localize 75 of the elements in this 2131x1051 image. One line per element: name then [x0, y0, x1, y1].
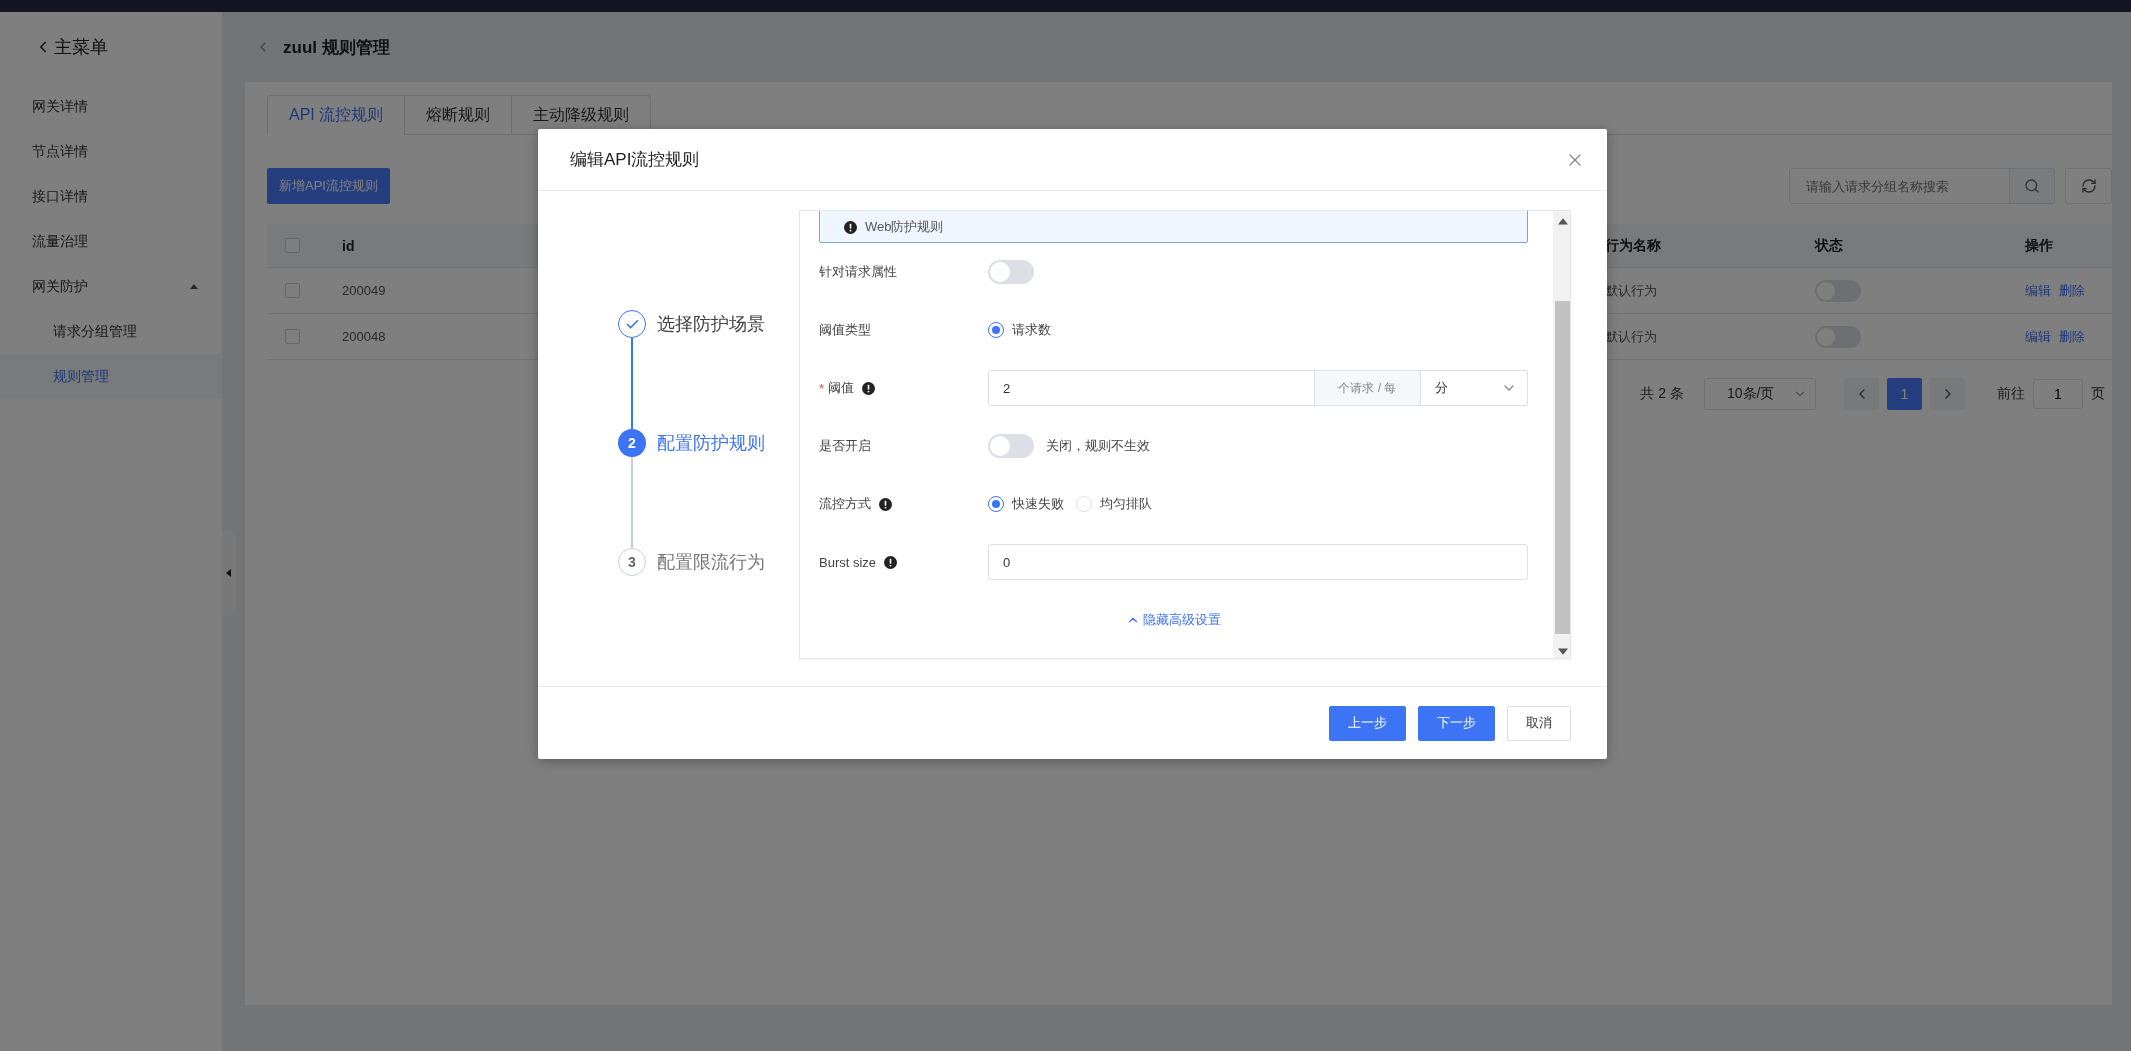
- field-label: 阈值: [828, 379, 855, 397]
- scroll-up-icon: [1557, 217, 1568, 227]
- search-button[interactable]: [2009, 169, 2054, 203]
- info-icon: [844, 220, 857, 234]
- action-link[interactable]: 删除: [2059, 281, 2085, 300]
- sidebar-item[interactable]: 节点详情: [0, 129, 222, 174]
- table-cell: 200049: [342, 283, 386, 298]
- page-button[interactable]: 1: [1887, 378, 1922, 410]
- sidebar-item[interactable]: 网关详情: [0, 84, 222, 129]
- collapse-handle[interactable]: [222, 530, 236, 616]
- field-label: 流控方式: [819, 495, 871, 513]
- toggle-switch[interactable]: [988, 260, 1034, 284]
- checkbox[interactable]: [285, 238, 300, 253]
- radio-option[interactable]: 请求数: [988, 321, 1051, 339]
- checkbox[interactable]: [285, 329, 300, 344]
- advanced-toggle-link[interactable]: 隐藏高级设置: [1126, 603, 1221, 637]
- prev-page-button[interactable]: [1844, 378, 1879, 410]
- table-cell: 200048: [342, 329, 386, 344]
- dialog-button[interactable]: 下一步: [1418, 705, 1495, 741]
- page-input[interactable]: 1: [2033, 379, 2083, 409]
- page-size-select[interactable]: 10条/页: [1704, 378, 1816, 410]
- field-label: Burst size: [819, 554, 877, 570]
- step-icon: 2: [618, 429, 646, 457]
- step-label: 选择防护场景: [657, 313, 765, 336]
- step-label: 配置防护规则: [657, 432, 765, 455]
- scroll-thumb[interactable]: [1555, 301, 1570, 634]
- next-page-button[interactable]: [1930, 378, 1965, 410]
- scrollbar[interactable]: [1553, 211, 1570, 658]
- field-label: 针对请求属性: [819, 263, 897, 281]
- threshold-input[interactable]: 2: [988, 370, 1315, 406]
- field-label: 阈值类型: [819, 321, 871, 339]
- total-count: 共 2 条: [1640, 385, 1684, 403]
- switch-note: 关闭，规则不生效: [1046, 437, 1150, 455]
- column-header: id: [342, 237, 355, 254]
- caret-icon: [190, 282, 198, 291]
- sidebar-item[interactable]: 网关防护: [0, 264, 222, 309]
- radio-option[interactable]: 快速失败: [988, 495, 1064, 513]
- input-field[interactable]: 0: [988, 544, 1528, 580]
- radio-option[interactable]: 均匀排队: [1076, 495, 1152, 513]
- page-suffix: 页: [2091, 385, 2105, 403]
- notice-text: Web防护规则: [865, 218, 944, 236]
- unit-select[interactable]: 分: [1421, 370, 1528, 406]
- caret-left-icon: [225, 569, 233, 577]
- info-icon: [862, 381, 876, 395]
- refresh-button[interactable]: [2065, 168, 2112, 204]
- back-link[interactable]: 主菜单: [34, 32, 108, 62]
- search-field[interactable]: 请输入请求分组名称搜索: [1789, 168, 2055, 204]
- info-icon: [879, 497, 892, 511]
- toggle-switch[interactable]: [988, 434, 1034, 458]
- required-mark: *: [819, 380, 825, 396]
- page-title: zuul 规则管理: [283, 36, 390, 59]
- input-addon: 个请求 / 每: [1315, 370, 1421, 406]
- scroll-down-icon: [1557, 646, 1568, 656]
- sidebar-item[interactable]: 接口详情: [0, 174, 222, 219]
- dialog-button[interactable]: 上一步: [1329, 705, 1406, 741]
- column-header: 状态: [1815, 236, 1843, 255]
- dialog-button[interactable]: 取消: [1507, 705, 1571, 741]
- info-icon: [884, 555, 898, 569]
- sidebar-item[interactable]: 请求分组管理: [0, 309, 222, 354]
- checkbox[interactable]: [285, 283, 300, 298]
- tab[interactable]: API 流控规则: [267, 95, 406, 135]
- action-link[interactable]: 编辑: [2025, 281, 2051, 300]
- refresh-icon: [2080, 178, 2097, 194]
- goto-label: 前往: [1997, 385, 2025, 403]
- sidebar-item[interactable]: 流量治理: [0, 219, 222, 264]
- action-link[interactable]: 编辑: [2025, 327, 2051, 346]
- add-rule-button[interactable]: 新增API流控规则: [267, 168, 390, 204]
- action-link[interactable]: 删除: [2059, 327, 2085, 346]
- sidebar-item[interactable]: 规则管理: [0, 354, 222, 399]
- search-icon: [2024, 178, 2040, 194]
- step-label: 配置限流行为: [657, 551, 765, 574]
- tab[interactable]: 熔断规则: [405, 95, 513, 134]
- column-header: 操作: [2025, 236, 2053, 255]
- dialog-title: 编辑API流控规则: [570, 149, 700, 171]
- field-label: 是否开启: [819, 437, 871, 455]
